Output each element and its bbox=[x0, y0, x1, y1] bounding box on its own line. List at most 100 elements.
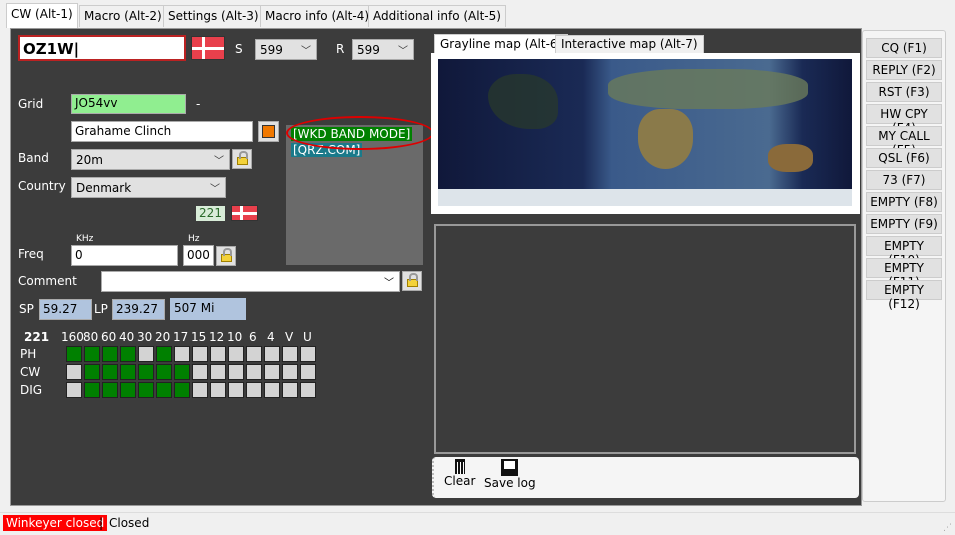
worked-cell bbox=[210, 382, 226, 398]
lock-icon bbox=[220, 248, 232, 262]
clear-button[interactable]: Clear bbox=[444, 459, 475, 488]
mode-label: DIG bbox=[20, 383, 43, 397]
tab-cw[interactable]: CW (Alt-1) bbox=[6, 3, 78, 28]
macro-button-f12[interactable]: EMPTY (F12) bbox=[866, 280, 942, 311]
country-label: Country bbox=[18, 179, 66, 193]
rst-received-select[interactable]: 599 ﹀ bbox=[352, 39, 414, 60]
winkeyer-status: Winkeyer closed bbox=[3, 515, 108, 531]
worked-cell bbox=[246, 346, 262, 362]
worked-cell bbox=[264, 346, 280, 362]
trash-icon bbox=[454, 459, 465, 474]
worked-cell bbox=[66, 364, 82, 380]
comment-input[interactable]: ﹀ bbox=[101, 271, 400, 292]
lookup-button[interactable] bbox=[258, 121, 279, 142]
worked-cell bbox=[192, 364, 208, 380]
mode-label: PH bbox=[20, 347, 37, 361]
dxcc-number: 221 bbox=[196, 206, 225, 221]
country-select[interactable]: Denmark ﹀ bbox=[71, 177, 226, 198]
macro-button-f6[interactable]: QSL (F6) bbox=[866, 148, 942, 168]
band-label: Band bbox=[18, 151, 49, 165]
tab-additional-info[interactable]: Additional info (Alt-5) bbox=[368, 5, 506, 27]
lp-label: LP bbox=[94, 302, 108, 316]
s-label: S bbox=[235, 42, 243, 56]
connection-status: Closed bbox=[109, 516, 150, 530]
macro-button-f3[interactable]: RST (F3) bbox=[866, 82, 942, 102]
worked-cell bbox=[156, 364, 172, 380]
distance-value: 507 Mi bbox=[170, 298, 246, 320]
worked-cell bbox=[138, 346, 154, 362]
freq-label: Freq bbox=[18, 247, 44, 261]
macro-button-f11[interactable]: EMPTY (F11) bbox=[866, 258, 942, 289]
comment-lock-button[interactable] bbox=[402, 271, 422, 291]
band-header: 160 bbox=[61, 330, 84, 344]
callsign-input[interactable]: OZ1W| bbox=[18, 35, 186, 61]
worked-cell bbox=[300, 364, 316, 380]
worked-cell bbox=[156, 346, 172, 362]
band-header: 60 bbox=[101, 330, 117, 344]
worked-cell bbox=[174, 382, 190, 398]
worked-cell bbox=[228, 346, 244, 362]
worked-cell bbox=[228, 364, 244, 380]
macro-button-f10[interactable]: EMPTY (F10) bbox=[866, 236, 942, 267]
grid-input[interactable]: JO54vv bbox=[71, 94, 186, 114]
worked-cell bbox=[84, 346, 100, 362]
comment-label: Comment bbox=[18, 274, 77, 288]
name-input[interactable]: Grahame Clinch bbox=[71, 121, 253, 142]
worked-cell bbox=[192, 346, 208, 362]
log-area bbox=[434, 224, 856, 454]
worked-cell bbox=[264, 364, 280, 380]
map-frame bbox=[431, 53, 860, 214]
macro-button-f5[interactable]: MY CALL (F5) bbox=[866, 126, 942, 157]
band-header: 80 bbox=[83, 330, 99, 344]
band-header: 15 bbox=[191, 330, 207, 344]
worked-cell bbox=[84, 364, 100, 380]
macro-button-f1[interactable]: CQ (F1) bbox=[866, 38, 942, 58]
save-log-button[interactable]: Save log bbox=[484, 459, 536, 490]
worked-cell bbox=[102, 346, 118, 362]
floppy-icon bbox=[501, 459, 519, 476]
clear-label: Clear bbox=[444, 474, 476, 488]
red-annotation-circle bbox=[286, 116, 434, 150]
freq-lock-button[interactable] bbox=[216, 246, 236, 266]
lp-value: 239.27 bbox=[112, 299, 165, 320]
band-header: U bbox=[303, 330, 312, 344]
macro-button-f4[interactable]: HW CPY (F4) bbox=[866, 104, 942, 135]
worked-cell bbox=[138, 364, 154, 380]
worked-cell bbox=[174, 346, 190, 362]
worked-cell bbox=[120, 364, 136, 380]
worked-cell bbox=[156, 382, 172, 398]
rst-sent-select[interactable]: 599 ﹀ bbox=[255, 39, 317, 60]
worked-cell bbox=[102, 382, 118, 398]
macro-button-f9[interactable]: EMPTY (F9) bbox=[866, 214, 942, 234]
tab-settings[interactable]: Settings (Alt-3) bbox=[163, 5, 264, 27]
grid-dash: - bbox=[196, 97, 201, 111]
worked-cell bbox=[66, 382, 82, 398]
worked-cell bbox=[66, 346, 82, 362]
band-header: 6 bbox=[249, 330, 257, 344]
dxcc-flag bbox=[231, 205, 258, 221]
tab-macro-info[interactable]: Macro info (Alt-4) bbox=[260, 5, 375, 27]
tab-interactive-map[interactable]: Interactive map (Alt-7) bbox=[555, 35, 704, 54]
freq-khz-input[interactable]: 0 bbox=[71, 245, 178, 266]
macro-button-f2[interactable]: REPLY (F2) bbox=[866, 60, 942, 80]
worked-cell bbox=[228, 382, 244, 398]
band-header: V bbox=[285, 330, 294, 344]
khz-label: KHz bbox=[76, 234, 94, 244]
band-lock-button[interactable] bbox=[232, 149, 252, 169]
worked-cell bbox=[174, 364, 190, 380]
band-select[interactable]: 20m ﹀ bbox=[71, 149, 230, 170]
macro-button-f7[interactable]: 73 (F7) bbox=[866, 170, 942, 190]
worked-cell bbox=[246, 382, 262, 398]
band-header: 40 bbox=[119, 330, 135, 344]
mode-label: CW bbox=[20, 365, 41, 379]
worked-dxcc: 221 bbox=[24, 330, 50, 344]
save-log-label: Save log bbox=[484, 476, 536, 490]
worked-cell bbox=[192, 382, 208, 398]
worked-cell bbox=[210, 346, 226, 362]
r-label: R bbox=[336, 42, 345, 56]
freq-hz-input[interactable]: 000 bbox=[183, 245, 214, 266]
worked-cell bbox=[300, 346, 316, 362]
tab-macro[interactable]: Macro (Alt-2) bbox=[79, 5, 167, 27]
resize-grip[interactable]: ⋰ bbox=[943, 523, 952, 533]
macro-button-f8[interactable]: EMPTY (F8) bbox=[866, 192, 942, 212]
